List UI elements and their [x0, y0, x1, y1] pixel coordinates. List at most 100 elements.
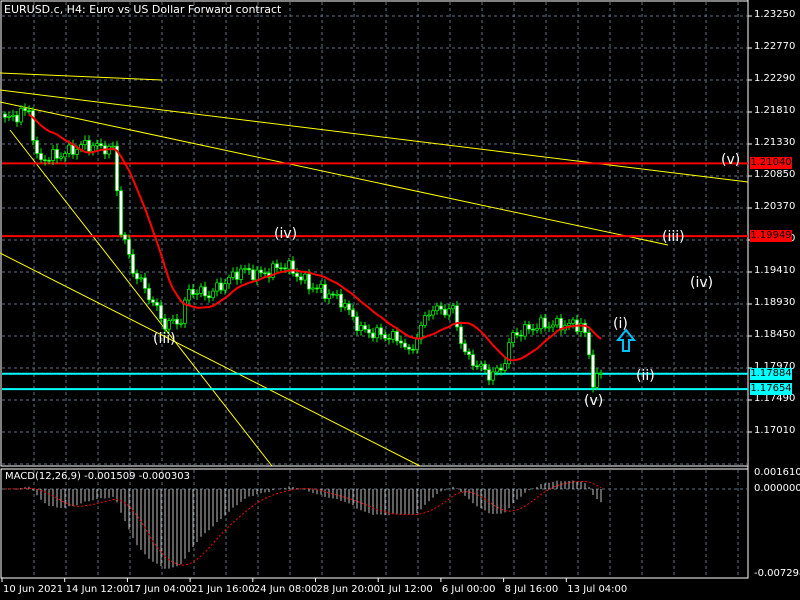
price-chart[interactable]	[0, 0, 800, 600]
elliott-wave-label[interactable]: (iii)	[662, 229, 685, 245]
price-axis-label: 1.21810	[754, 105, 796, 116]
chart-title: EURUSD.c, H4: Euro vs US Dollar Forward …	[4, 3, 282, 16]
candle-body	[143, 277, 147, 289]
candle-body	[247, 268, 251, 271]
candle-body	[219, 282, 223, 291]
candle-body	[163, 318, 167, 330]
candle-body	[523, 324, 527, 337]
macd-pane-frame	[0, 468, 749, 579]
candle-body	[479, 363, 483, 367]
candle-body	[331, 293, 335, 296]
elliott-wave-label[interactable]: (iii)	[153, 331, 176, 347]
candle-body	[339, 293, 343, 308]
price-tag: 1.19949	[750, 230, 792, 243]
macd-axis-label: 0.001610	[754, 467, 800, 478]
time-axis-label: 21 Jun 16:00	[191, 584, 255, 595]
price-axis-label: 1.20850	[754, 169, 796, 180]
candle-body	[319, 284, 323, 289]
candle-body	[275, 263, 279, 269]
candle-body	[131, 254, 135, 274]
candle-body	[171, 318, 175, 321]
time-axis-label: 13 Jul 04:00	[567, 584, 628, 595]
elliott-wave-label[interactable]: (ii)	[636, 368, 655, 384]
candle-body	[231, 271, 235, 278]
candle-body	[47, 159, 51, 162]
candle-body	[191, 288, 195, 295]
candle-body	[19, 108, 23, 123]
candle-body	[395, 331, 399, 342]
candle-body	[15, 114, 19, 123]
candle-body	[299, 276, 303, 281]
candle-body	[503, 363, 507, 371]
up-arrow-icon	[615, 328, 637, 352]
candle-body	[423, 315, 427, 326]
candle-body	[119, 190, 123, 236]
candle-body	[155, 302, 159, 306]
price-axis-label: 1.23250	[754, 9, 796, 20]
candle-body	[343, 303, 347, 308]
time-axis-label: 17 Jun 04:00	[128, 584, 192, 595]
candle-body	[579, 322, 583, 332]
candle-body	[499, 367, 503, 371]
candle-body	[187, 288, 191, 301]
candle-body	[511, 332, 515, 343]
time-axis-label: 8 Jul 16:00	[504, 584, 559, 595]
candle-body	[7, 116, 11, 118]
elliott-wave-label[interactable]: (i)	[613, 316, 628, 332]
candle-body	[239, 268, 243, 280]
candle-body	[527, 324, 531, 330]
candle-body	[539, 317, 543, 329]
candle-body	[355, 316, 359, 332]
elliott-wave-label[interactable]: (v)	[721, 152, 740, 168]
candle-body	[407, 346, 411, 350]
price-axis-label: 1.22290	[754, 73, 796, 84]
candle-body	[411, 348, 415, 351]
price-axis-label: 1.22770	[754, 41, 796, 52]
candle-body	[127, 239, 131, 255]
candle-body	[447, 308, 451, 316]
candle-body	[55, 149, 59, 159]
candle-body	[83, 140, 87, 145]
candle-body	[11, 114, 15, 117]
price-axis-label: 1.17010	[754, 425, 796, 436]
candle-body	[371, 332, 375, 339]
candle-body	[431, 310, 435, 316]
candle-body	[471, 354, 475, 366]
candle-body	[399, 340, 403, 344]
elliott-wave-label[interactable]: (iv)	[274, 226, 297, 242]
chart-window[interactable]: EURUSD.c, H4: Euro vs US Dollar Forward …	[0, 0, 800, 600]
candle-body	[211, 290, 215, 299]
candle-body	[95, 143, 99, 147]
candle-body	[307, 273, 311, 290]
macd-title: MACD(12,26,9) -0.001509 -0.000303	[5, 471, 190, 482]
price-axis-label: 1.20370	[754, 201, 796, 212]
candle-body	[111, 145, 115, 148]
candle-body	[315, 287, 319, 290]
elliott-wave-label[interactable]: (iv)	[690, 275, 713, 291]
time-axis-label: 14 Jun 12:00	[65, 584, 130, 595]
candle-body	[323, 284, 327, 299]
candle-body	[483, 363, 487, 371]
candle-body	[543, 317, 547, 328]
candle-body	[43, 159, 47, 162]
candle-body	[467, 351, 471, 355]
candle-body	[151, 299, 155, 303]
candle-body	[383, 334, 387, 339]
candle-body	[567, 322, 571, 326]
candle-body	[591, 354, 595, 388]
price-axis-label: 1.18450	[754, 329, 796, 340]
candle-body	[63, 153, 67, 158]
candle-body	[287, 260, 291, 270]
candle-body	[255, 269, 259, 281]
candle-body	[283, 267, 287, 270]
candle-body	[91, 145, 95, 152]
candle-body	[595, 373, 599, 388]
candle-body	[519, 334, 523, 337]
moving-average-line	[28, 113, 602, 362]
candle-body	[123, 234, 127, 240]
candle-body	[87, 140, 91, 152]
candle-body	[475, 365, 479, 367]
candle-body	[27, 110, 31, 112]
candle-body	[175, 318, 179, 325]
elliott-wave-label[interactable]: (v)	[584, 393, 603, 409]
